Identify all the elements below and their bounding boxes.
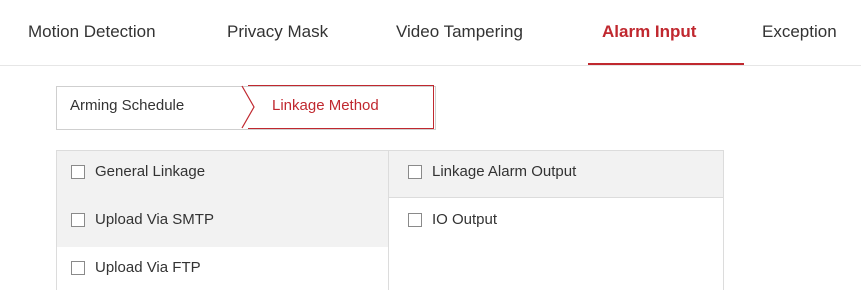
- checkbox-icon: [408, 212, 422, 227]
- checkbox-label: General Linkage: [95, 163, 206, 180]
- checkbox-label: Upload Via SMTP: [95, 211, 214, 228]
- linkage-alarm-output-checkbox[interactable]: Linkage Alarm Output: [408, 163, 576, 180]
- checkbox-icon: [71, 260, 85, 275]
- sub-tab-arming-schedule[interactable]: Arming Schedule: [70, 97, 184, 114]
- checkbox-label: IO Output: [432, 211, 498, 228]
- tab-exception[interactable]: Exception: [762, 22, 837, 52]
- checkbox-icon: [71, 212, 85, 227]
- table-right-border: [723, 150, 724, 290]
- general-linkage-checkbox[interactable]: General Linkage: [71, 163, 205, 180]
- checkbox-icon: [71, 164, 85, 179]
- tab-alarm-input[interactable]: Alarm Input: [602, 22, 696, 52]
- checkbox-label: Linkage Alarm Output: [432, 163, 577, 180]
- checkbox-icon: [408, 164, 422, 179]
- checkbox-label: Upload Via FTP: [95, 259, 201, 276]
- tab-motion-detection[interactable]: Motion Detection: [28, 22, 156, 52]
- main-tab-bar: Motion Detection Privacy Mask Video Tamp…: [0, 0, 861, 68]
- upload-via-ftp-checkbox[interactable]: Upload Via FTP: [71, 259, 201, 276]
- upload-via-smtp-checkbox[interactable]: Upload Via SMTP: [71, 211, 214, 228]
- io-output-checkbox[interactable]: IO Output: [408, 211, 497, 228]
- sub-tab-linkage-method[interactable]: Linkage Method: [272, 97, 379, 114]
- column-divider: [388, 150, 389, 290]
- table-left-border: [56, 150, 57, 290]
- tab-bar-divider: [0, 65, 861, 66]
- linkage-method-table: General Linkage Upload Via SMTP Upload V…: [56, 150, 724, 290]
- breadcrumb-chevron-icon: [241, 85, 255, 129]
- tab-privacy-mask[interactable]: Privacy Mask: [227, 22, 328, 52]
- tab-video-tampering[interactable]: Video Tampering: [396, 22, 523, 52]
- sub-tab-bar: Arming Schedule Linkage Method: [56, 85, 436, 130]
